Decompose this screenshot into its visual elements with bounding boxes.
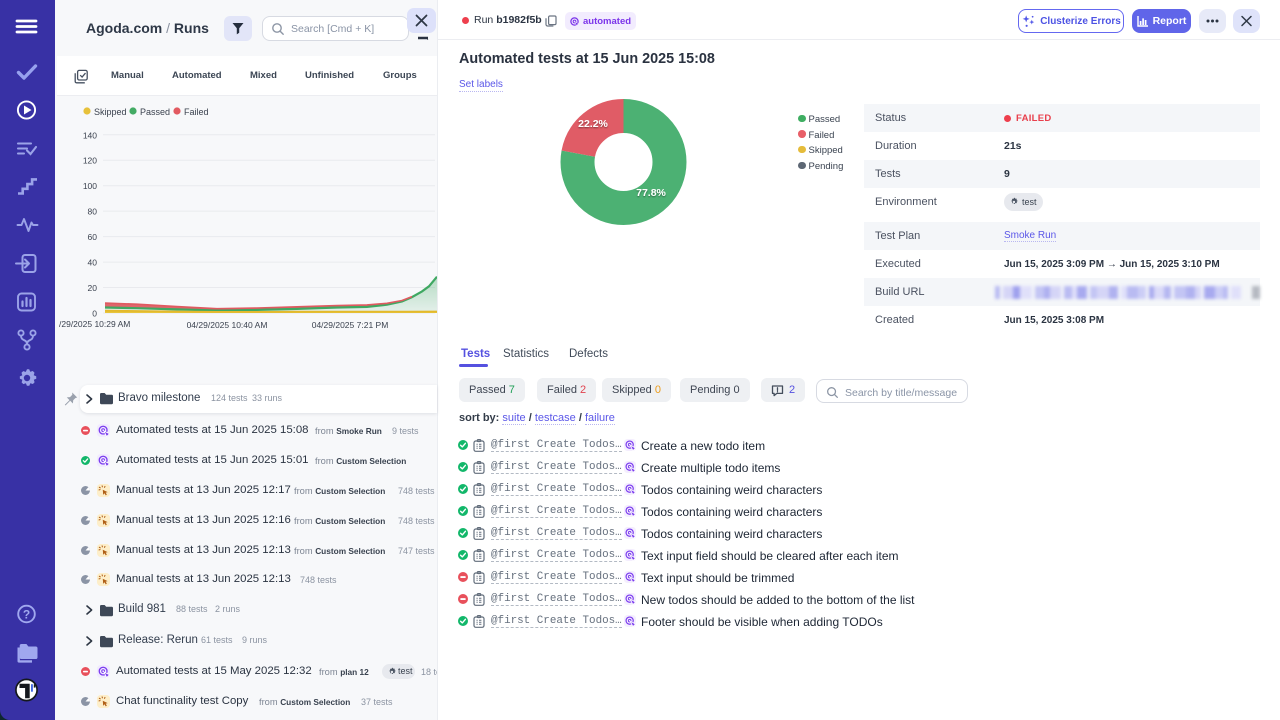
svg-text:Skipped: Skipped bbox=[94, 107, 127, 117]
svg-text:120: 120 bbox=[83, 156, 97, 166]
svg-text:Passed: Passed bbox=[140, 107, 170, 117]
svg-text:/29/2025 10:29 AM: /29/2025 10:29 AM bbox=[59, 319, 130, 329]
svg-text:04/29/2025 10:40 AM: 04/29/2025 10:40 AM bbox=[187, 320, 268, 330]
svg-text:?: ? bbox=[23, 608, 30, 622]
svg-text:77.8%: 77.8% bbox=[636, 187, 666, 199]
svg-text:80: 80 bbox=[88, 207, 98, 217]
svg-text:22.2%: 22.2% bbox=[578, 118, 608, 130]
svg-text:100: 100 bbox=[83, 181, 97, 191]
svg-text:04/29/2025 7:21 PM: 04/29/2025 7:21 PM bbox=[312, 320, 389, 330]
svg-text:Failed: Failed bbox=[184, 107, 209, 117]
svg-text:40: 40 bbox=[88, 258, 98, 268]
svg-text:60: 60 bbox=[88, 232, 98, 242]
svg-text:0: 0 bbox=[92, 309, 97, 319]
svg-text:140: 140 bbox=[83, 130, 97, 140]
svg-text:20: 20 bbox=[88, 283, 98, 293]
